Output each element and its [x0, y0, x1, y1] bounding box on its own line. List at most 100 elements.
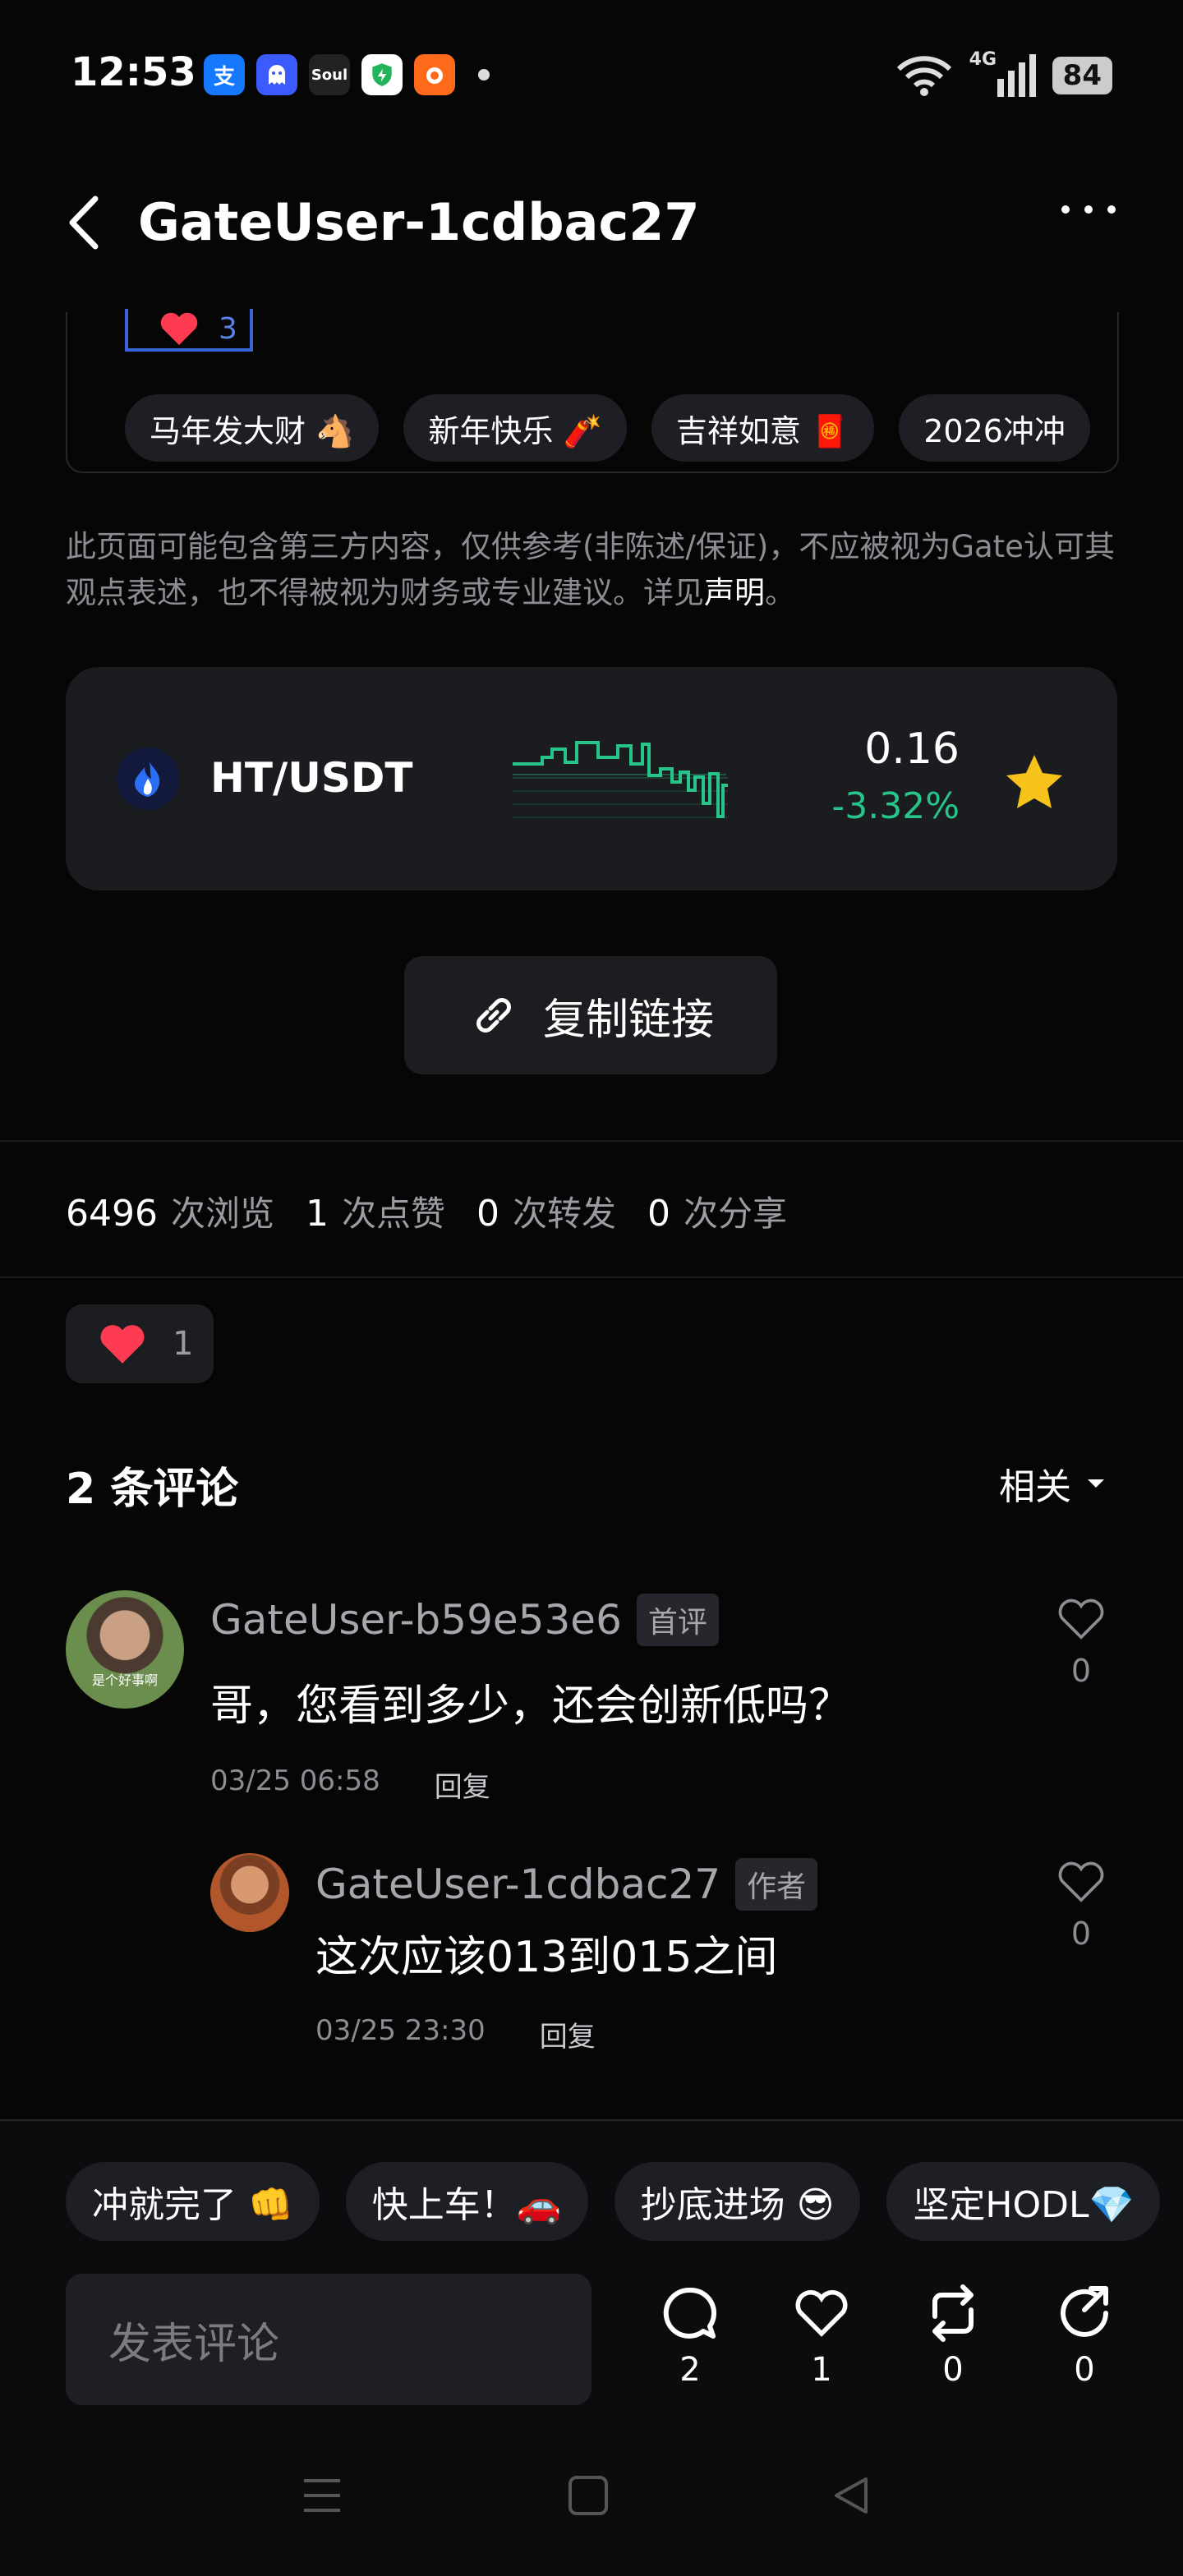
notification-icons: 支 Soul [204, 54, 490, 95]
home-nav-button[interactable] [565, 2472, 611, 2522]
tag-chip[interactable]: 吉祥如意 🧧 [651, 394, 875, 462]
tag-chip[interactable]: 马年发大财 🐴 [125, 394, 380, 462]
network-type: 4G [969, 49, 997, 70]
copy-link-label: 复制链接 [542, 995, 714, 1045]
wifi-icon [896, 56, 951, 96]
repost-action-button[interactable]: 0 [920, 2284, 986, 2389]
heart-outline-icon [1058, 1861, 1104, 1902]
tag-row: 马年发大财 🐴 新年快乐 🧨 吉祥如意 🧧 2026冲冲 [125, 394, 1116, 462]
comment-input[interactable]: 发表评论 [66, 2274, 592, 2405]
comment-username[interactable]: GateUser-b59e53e6 [210, 1596, 622, 1644]
comment-meta: 03/25 06:58 回复 [210, 1764, 490, 1805]
sort-label: 相关 [999, 1466, 1071, 1508]
heart-icon [100, 1325, 145, 1364]
more-notifications-dot [478, 69, 490, 80]
author-badge: 作者 [735, 1858, 818, 1911]
back-button[interactable] [66, 194, 102, 255]
ghost-icon [256, 54, 297, 95]
avatar[interactable] [210, 1853, 289, 1932]
likes-count: 1 [306, 1193, 329, 1235]
comment-bubble-icon [663, 2287, 717, 2339]
shares-label: 次分享 [684, 1194, 788, 1234]
post-stats: 6496 次浏览 1 次点赞 0 次转发 0 次分享 [66, 1186, 805, 1236]
action-bar: 2 1 0 0 [657, 2284, 1117, 2389]
comment-time: 03/25 23:30 [315, 2014, 486, 2047]
avatar[interactable]: 是个好事啊 [66, 1590, 184, 1709]
comment-like-count: 0 [1070, 1916, 1092, 1952]
comment-count: 2 [679, 2351, 701, 2389]
comments-title: 2 条评论 [66, 1465, 239, 1514]
share-icon [1061, 2286, 1108, 2337]
quick-reply-chip[interactable]: 抄底进场 😎 [614, 2162, 861, 2241]
reposts-label: 次转发 [513, 1194, 617, 1234]
copy-link-button[interactable]: 复制链接 [404, 956, 777, 1074]
favorite-star-button[interactable] [1004, 752, 1065, 815]
reaction-button[interactable]: 1 [66, 1304, 214, 1383]
comment-like-button[interactable]: 0 [1055, 1858, 1107, 1952]
repost-count: 0 [942, 2351, 964, 2389]
comment-text: 哥，您看到多少，还会创新低吗？ [210, 1681, 852, 1731]
heart-icon [160, 312, 198, 345]
shares-count: 0 [647, 1193, 671, 1235]
reply-button[interactable]: 回复 [435, 1764, 490, 1805]
divider [0, 1140, 1183, 1142]
status-indicators: 4G 84 [895, 49, 1112, 97]
heart-outline-icon [1058, 1598, 1104, 1640]
views-label: 次浏览 [170, 1194, 274, 1234]
comment-author[interactable]: GateUser-b59e53e6 首评 [210, 1594, 719, 1646]
post-like-count: 3 [219, 311, 237, 346]
like-action-button[interactable]: 1 [789, 2284, 854, 2389]
ht-logo-icon [117, 748, 179, 810]
reply-button[interactable]: 回复 [540, 2014, 596, 2054]
comment-meta: 03/25 23:30 回复 [315, 2014, 596, 2054]
reaction-count: 1 [173, 1325, 194, 1363]
battery-indicator: 84 [1052, 57, 1112, 94]
quick-reply-chip[interactable]: 坚定HODL💎 [886, 2162, 1161, 2241]
divider [0, 1276, 1183, 1278]
chevron-left-icon [69, 196, 99, 250]
soul-icon: Soul [309, 54, 350, 95]
square-icon [568, 2476, 608, 2515]
back-nav-button[interactable] [828, 2472, 874, 2522]
comment-username[interactable]: GateUser-1cdbac27 [315, 1861, 720, 1908]
ticker-pair: HT/USDT [210, 754, 413, 802]
price-sparkline [513, 741, 728, 818]
star-icon [1006, 755, 1062, 808]
views-count: 6496 [66, 1193, 158, 1235]
first-comment-badge: 首评 [636, 1594, 719, 1646]
divider [0, 2119, 1183, 2121]
comment-time: 03/25 06:58 [210, 1764, 380, 1797]
shield-icon [361, 54, 403, 95]
quick-reply-chip[interactable]: 冲就完了 👊 [66, 2162, 320, 2241]
quick-reply-row: 冲就完了 👊 快上车！🚗 抄底进场 😎 坚定HODL💎 [66, 2162, 1183, 2241]
share-action-button[interactable]: 0 [1052, 2284, 1117, 2389]
tag-chip[interactable]: 新年快乐 🧨 [403, 394, 627, 462]
status-time: 12:53 [71, 49, 196, 95]
likes-label: 次点赞 [342, 1194, 446, 1234]
share-count: 0 [1074, 2351, 1095, 2389]
menu-nav-button[interactable] [299, 2472, 345, 2522]
signal-icon: 4G [969, 49, 1036, 97]
fox-icon [414, 54, 455, 95]
link-icon [476, 998, 511, 1033]
reposts-count: 0 [476, 1193, 500, 1235]
more-options-button[interactable] [1061, 205, 1116, 214]
like-count: 1 [811, 2351, 832, 2389]
tag-chip[interactable]: 2026冲冲 [899, 394, 1090, 462]
comment-text: 这次应该013到015之间 [315, 1933, 778, 1982]
quick-reply-chip[interactable]: 快上车！🚗 [345, 2162, 588, 2241]
menu-icon [304, 2479, 340, 2512]
avatar-caption: 是个好事啊 [91, 1672, 158, 1688]
comment-author[interactable]: GateUser-1cdbac27 作者 [315, 1858, 818, 1911]
comment-action-button[interactable]: 2 [657, 2284, 723, 2389]
heart-outline-icon [795, 2289, 848, 2337]
page-title: GateUser-1cdbac27 [138, 192, 700, 252]
sort-dropdown[interactable]: 相关 [999, 1457, 1106, 1510]
post-like-chip[interactable]: 3 [125, 309, 253, 352]
disclaimer-text: 此页面可能包含第三方内容，仅供参考(非陈述/保证)，不应被视为Gate认可其观点… [66, 529, 1115, 610]
disclaimer-link[interactable]: 声明 [704, 575, 765, 610]
repost-icon [932, 2284, 974, 2342]
comment-like-button[interactable]: 0 [1055, 1595, 1107, 1689]
caret-down-icon [1088, 1479, 1104, 1488]
alipay-icon: 支 [204, 54, 245, 95]
